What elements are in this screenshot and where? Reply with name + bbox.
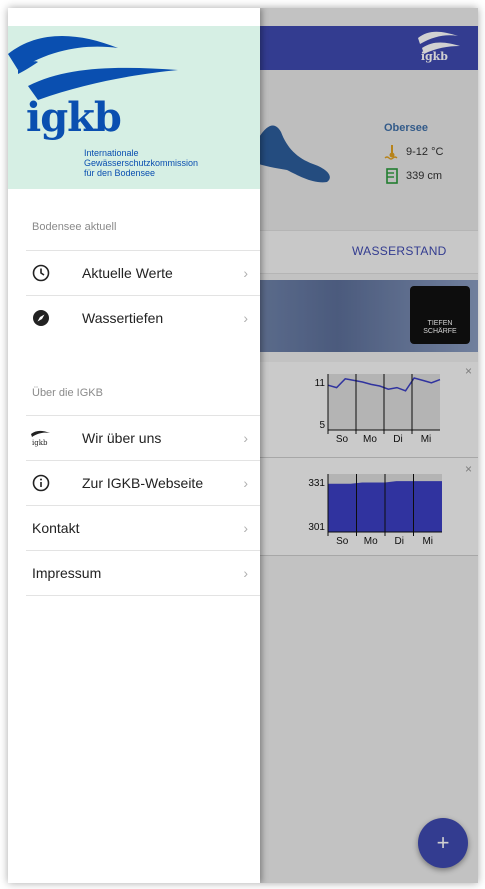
brand-subtitle-line: Internationale: [84, 148, 139, 158]
navigation-drawer: igkb Internationale Gewässerschutzkommis…: [8, 8, 260, 883]
chevron-right-icon: ›: [243, 310, 248, 326]
chevron-right-icon: ›: [243, 475, 248, 491]
chevron-right-icon: ›: [243, 520, 248, 536]
menu-item-label: Wir über uns: [82, 430, 162, 446]
menu-item-label: Aktuelle Werte: [82, 265, 173, 281]
menu-item-impressum[interactable]: Impressum ›: [26, 551, 260, 595]
app-screen: igkb Obersee 9-12 °C 339 cm WASSERSTAND: [8, 8, 478, 883]
menu-item-wassertiefen[interactable]: Wassertiefen ›: [26, 296, 260, 340]
chevron-right-icon: ›: [243, 565, 248, 581]
section-label-bodensee-aktuell: Bodensee aktuell: [32, 221, 117, 233]
chevron-right-icon: ›: [243, 265, 248, 281]
brand-subtitle-line: Gewässerschutzkommission: [84, 158, 199, 168]
section-label-ueber-die-igkb: Über die IGKB: [32, 387, 103, 399]
menu-item-label: Impressum: [32, 565, 102, 581]
brand-logo-text: igkb: [26, 94, 122, 141]
menu-item-label: Zur IGKB-Webseite: [82, 475, 204, 491]
menu-item-zur-igkb-webseite[interactable]: Zur IGKB-Webseite ›: [26, 461, 260, 505]
menu-item-aktuelle-werte[interactable]: Aktuelle Werte ›: [26, 251, 260, 295]
menu-item-wir-ueber-uns[interactable]: igkb Wir über uns ›: [26, 416, 260, 460]
igkb-logo-icon: igkb: [30, 427, 52, 449]
menu-item-label: Wassertiefen: [82, 310, 164, 326]
compass-icon: [30, 307, 52, 329]
chevron-right-icon: ›: [243, 430, 248, 446]
divider: [26, 595, 260, 596]
menu-item-kontakt[interactable]: Kontakt ›: [26, 506, 260, 550]
info-icon: [30, 472, 52, 494]
clock-icon: [30, 262, 52, 284]
brand-subtitle-line: für den Bodensee: [84, 168, 156, 178]
menu-item-label: Kontakt: [32, 520, 80, 536]
brand-subtitle: Internationale Gewässerschutzkommission …: [84, 148, 198, 178]
drawer-brand-header: igkb Internationale Gewässerschutzkommis…: [8, 26, 260, 189]
svg-text:igkb: igkb: [32, 439, 48, 447]
